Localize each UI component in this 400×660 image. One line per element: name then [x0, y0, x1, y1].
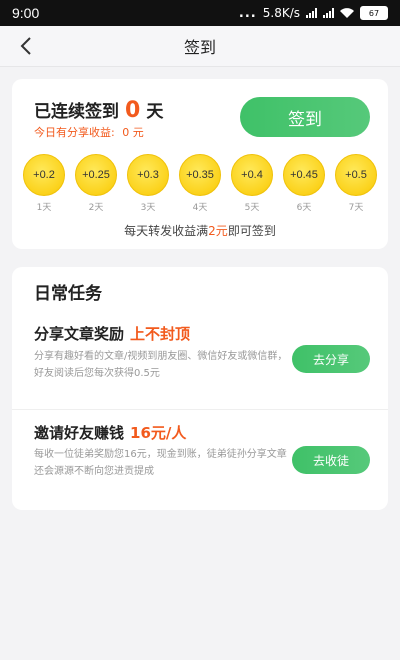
- checkin-rule: 每天转发收益满2元即可签到: [12, 222, 388, 239]
- reward-day: +0.2 1天: [22, 154, 66, 213]
- task-item: 邀请好友赚钱 16元/人 每收一位徒弟奖励您16元，现金到账，徒弟徒孙分享文章还会…: [12, 409, 388, 510]
- share-button[interactable]: 去分享: [292, 345, 370, 373]
- task-reward: 上不封顶: [130, 325, 191, 343]
- consecutive-days-suffix: 天: [146, 102, 164, 122]
- battery-icon: 67: [360, 6, 388, 20]
- reward-day-label: 7天: [348, 203, 364, 213]
- reward-day: +0.5 7天: [334, 154, 378, 213]
- coin-icon: +0.25: [75, 154, 117, 196]
- reward-day: +0.3 3天: [126, 154, 170, 213]
- task-heading: 邀请好友赚钱 16元/人: [34, 422, 186, 443]
- daily-rewards: +0.2 1天 +0.25 2天 +0.3 3天 +0.35 4天 +0.4 5…: [22, 154, 378, 213]
- consecutive-days-count: 0: [125, 98, 141, 123]
- checkin-rule-prefix: 每天转发收益满: [124, 224, 209, 238]
- task-item: 分享文章奖励 上不封顶 分享有趣好看的文章/视频到朋友圈、微信好友或微信群，好友阅…: [12, 315, 388, 407]
- task-title: 邀请好友赚钱: [34, 424, 125, 442]
- nav-bar: 签到: [0, 26, 400, 67]
- task-reward: 16元/人: [130, 424, 187, 442]
- back-button[interactable]: [10, 30, 42, 62]
- battery-level: 67: [368, 8, 380, 18]
- coin-icon: +0.2: [23, 154, 65, 196]
- network-speed: 5.8K/s: [262, 6, 300, 20]
- chevron-left-icon: [20, 37, 31, 55]
- reward-day-label: 2天: [88, 203, 104, 213]
- task-description: 分享有趣好看的文章/视频到朋友圈、微信好友或微信群，好友阅读后您每次获得0.5元: [34, 351, 288, 379]
- checkin-rule-suffix: 即可签到: [227, 224, 276, 238]
- status-icons: ... 5.8K/s 67: [239, 6, 400, 21]
- coin-icon: +0.45: [283, 154, 325, 196]
- today-earnings: 今日有分享收益: 0 元: [34, 124, 144, 140]
- today-earnings-value: 0 元: [122, 126, 144, 139]
- reward-day: +0.45 6天: [282, 154, 326, 213]
- task-title: 分享文章奖励: [34, 325, 125, 343]
- reward-day: +0.4 5天: [230, 154, 274, 213]
- reward-day-label: 4天: [192, 203, 208, 213]
- daily-tasks-title: 日常任务: [34, 284, 102, 304]
- reward-day-label: 6天: [296, 203, 312, 213]
- reward-day-label: 5天: [244, 203, 260, 213]
- invite-button[interactable]: 去收徒: [292, 446, 370, 474]
- wifi-icon: [340, 8, 354, 18]
- task-heading: 分享文章奖励 上不封顶: [34, 323, 190, 344]
- coin-icon: +0.5: [335, 154, 377, 196]
- reward-day: +0.25 2天: [74, 154, 118, 213]
- coin-icon: +0.3: [127, 154, 169, 196]
- coin-icon: +0.4: [231, 154, 273, 196]
- checkin-card: 已连续签到 0 天 今日有分享收益: 0 元 签到 +0.2 1天 +0.25 …: [12, 79, 388, 249]
- reward-day: +0.35 4天: [178, 154, 222, 213]
- page-title: 签到: [183, 38, 216, 57]
- checkin-rule-amount: 2元: [208, 224, 228, 238]
- signal-icon-2: [323, 8, 334, 18]
- coin-icon: +0.35: [179, 154, 221, 196]
- checkin-button[interactable]: 签到: [240, 97, 370, 137]
- signal-icon: [306, 8, 317, 18]
- consecutive-days-prefix: 已连续签到: [34, 102, 119, 122]
- reward-day-label: 3天: [140, 203, 156, 213]
- reward-day-label: 1天: [36, 203, 52, 213]
- today-earnings-label: 今日有分享收益:: [34, 126, 115, 139]
- task-description: 每收一位徒弟奖励您16元，现金到账，徒弟徒孙分享文章还会源源不断向您进贡提成: [34, 449, 287, 477]
- daily-tasks-card: 日常任务 分享文章奖励 上不封顶 分享有趣好看的文章/视频到朋友圈、微信好友或微信…: [12, 267, 388, 510]
- consecutive-days: 已连续签到 0 天: [34, 97, 163, 123]
- status-dots: ...: [238, 5, 257, 21]
- status-bar: 9:00 ... 5.8K/s 67: [0, 0, 400, 26]
- status-time: 9:00: [12, 5, 40, 21]
